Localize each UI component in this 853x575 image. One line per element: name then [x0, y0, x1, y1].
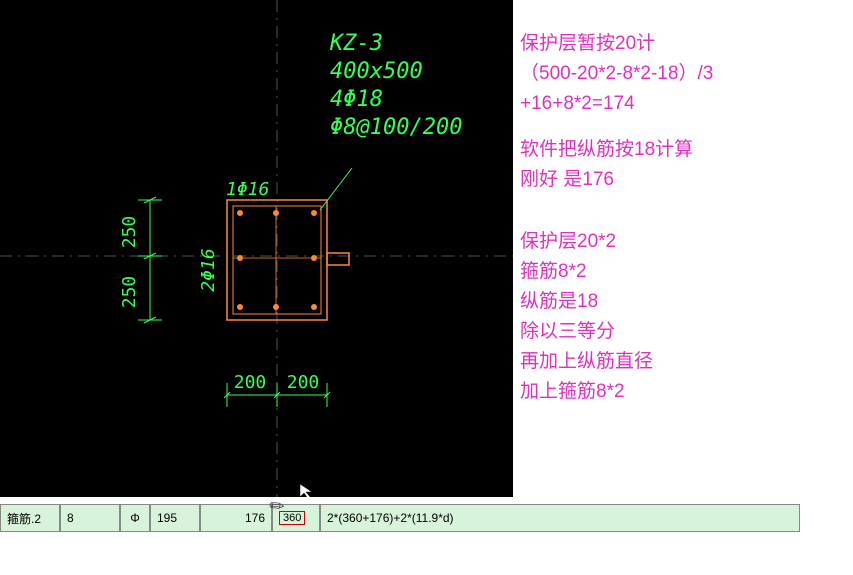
cad-drawing: 250 250 200 200 KZ-3 400x500 4Φ18 Φ8@100… — [0, 0, 513, 497]
cursor-icon — [300, 484, 312, 497]
label-bars: 4Φ18 — [330, 87, 383, 112]
label-side-bar: 2Φ16 — [198, 248, 219, 291]
data-table: ✎ 箍筋.2 8 Φ 195 176 360 2*(360+176)+2*(11… — [0, 504, 846, 538]
cell-name[interactable]: 箍筋.2 — [0, 504, 60, 532]
dim-v1: 250 — [119, 216, 140, 249]
dim-v2: 250 — [119, 276, 140, 309]
dim-h1: 200 — [234, 372, 267, 393]
label-dims: 400x500 — [330, 59, 423, 84]
table-row[interactable]: 箍筋.2 8 Φ 195 176 360 2*(360+176)+2*(11.9… — [0, 504, 846, 532]
annot-line: +16+8*2=174 — [520, 90, 840, 118]
cell-level[interactable]: Φ — [120, 504, 150, 532]
annot-line: 再加上纵筋直径 — [520, 348, 840, 376]
annot-line: 保护层暂按20计 — [520, 30, 840, 58]
label-stirrup: Φ8@100/200 — [330, 115, 462, 140]
cell-diam[interactable]: 8 — [60, 504, 120, 532]
annot-line: 箍筋8*2 — [520, 258, 840, 286]
annot-line: 加上箍筋8*2 — [520, 378, 840, 406]
annot-line: 纵筋是18 — [520, 288, 840, 316]
annot-line: （500-20*2-8*2-18）/3 — [520, 60, 840, 88]
label-kz: KZ-3 — [329, 31, 383, 56]
annot-line: 刚好 是176 — [520, 166, 840, 194]
annot-line: 保护层20*2 — [520, 228, 840, 256]
label-top-bar: 1Φ16 — [226, 179, 269, 200]
cell-formula[interactable]: 2*(360+176)+2*(11.9*d) — [320, 504, 800, 532]
annot-line: 除以三等分 — [520, 318, 840, 346]
annot-line: 软件把纵筋按18计算 — [520, 136, 840, 164]
cell-num[interactable]: 195 — [150, 504, 200, 532]
annotation-panel: 保护层暂按20计 （500-20*2-8*2-18）/3 +16+8*2=174… — [520, 30, 840, 408]
dim-h2: 200 — [287, 372, 320, 393]
cell-len[interactable]: 176 — [200, 504, 272, 532]
cad-viewport[interactable]: 250 250 200 200 KZ-3 400x500 4Φ18 Φ8@100… — [0, 0, 513, 497]
